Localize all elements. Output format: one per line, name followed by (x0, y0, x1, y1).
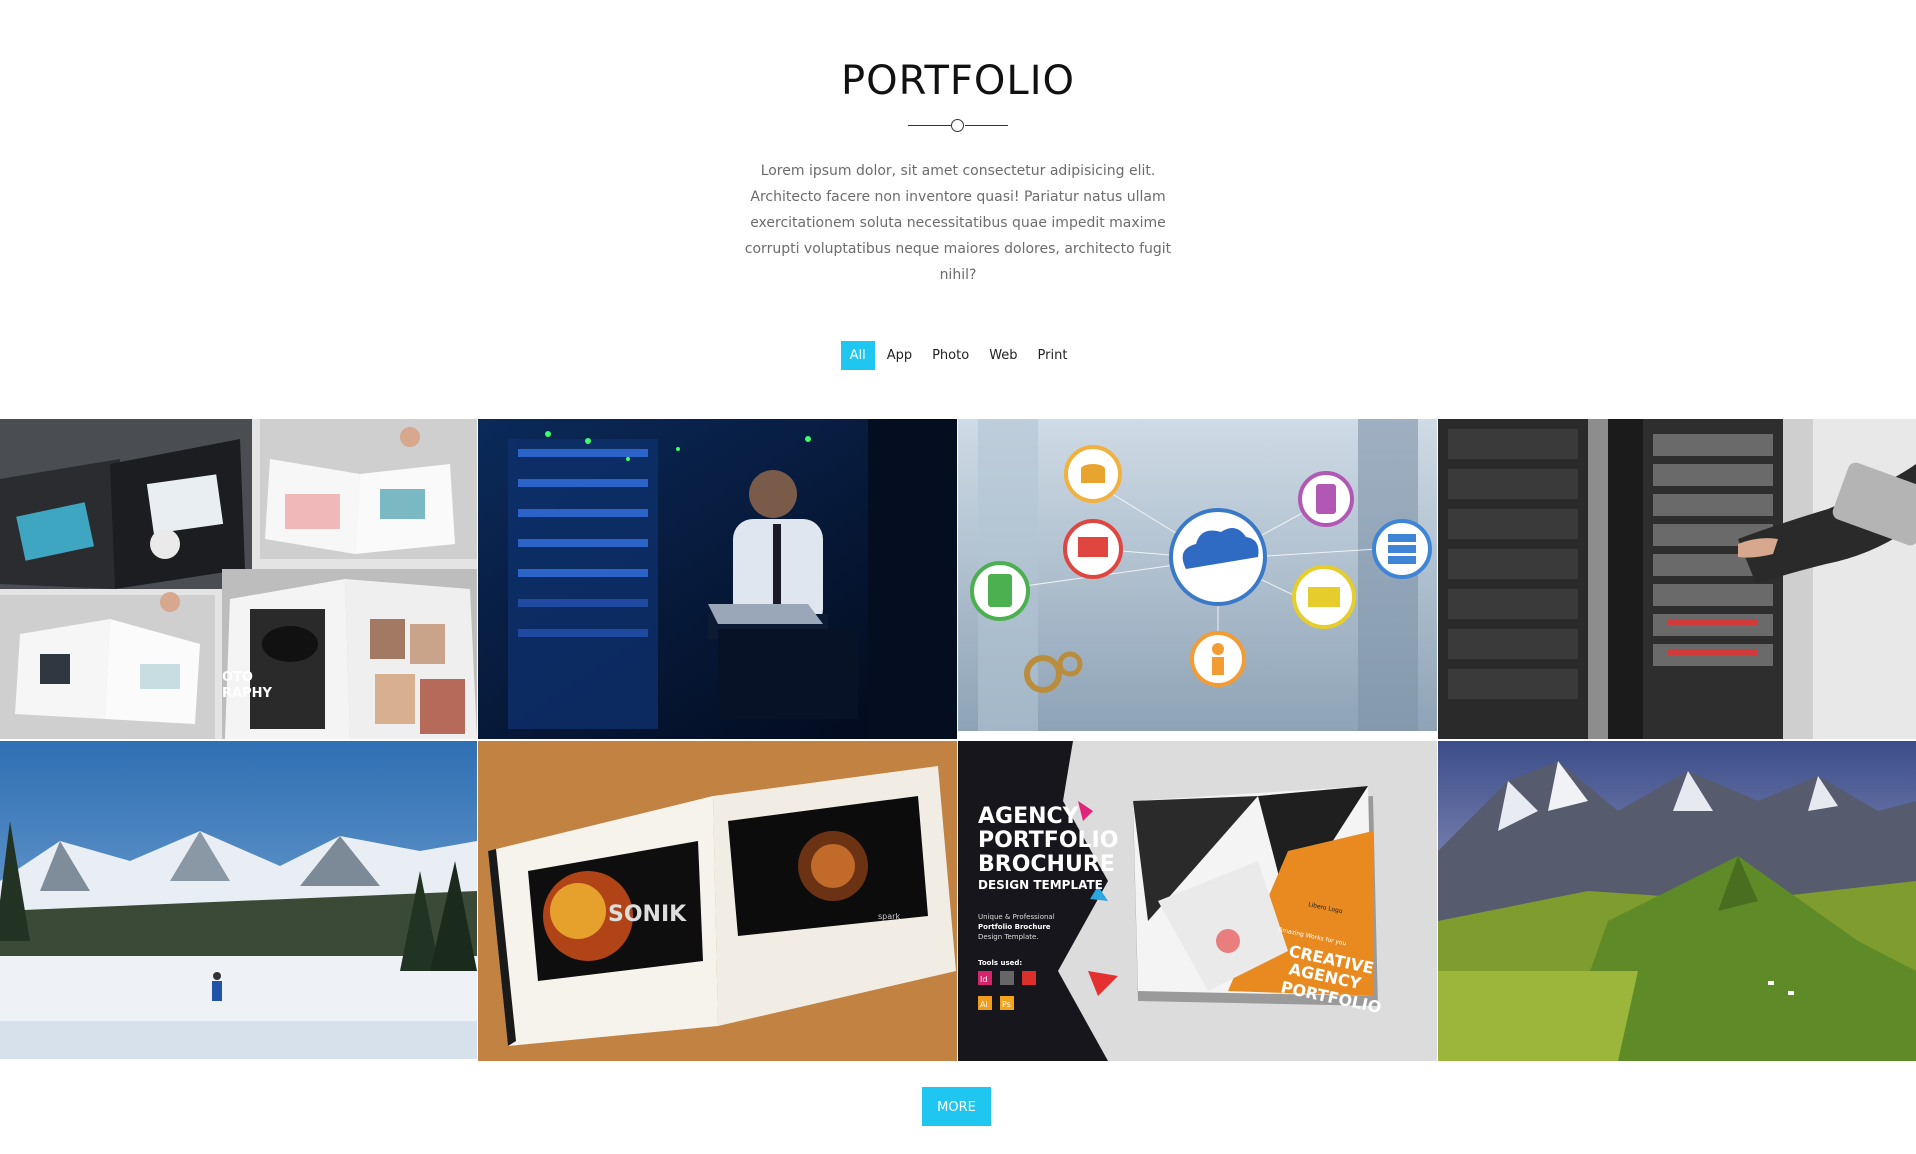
more-button[interactable]: MORE (922, 1087, 991, 1126)
portfolio-filters: All App Photo Web Print (0, 341, 1916, 370)
brochure-heading-3: BROCHURE (978, 852, 1115, 877)
brochure-tagline-2: Portfolio Brochure (978, 923, 1051, 931)
portfolio-item-alpine-valley[interactable] (1438, 741, 1916, 1061)
intro-text: Lorem ipsum dolor, sit amet consectetur … (744, 163, 1172, 283)
magazine-text-2: RAPHY (222, 686, 272, 701)
sonik-text: SONIK (608, 902, 687, 927)
portfolio-item-cloud-network[interactable] (958, 419, 1437, 739)
portfolio-item-snow-mountains[interactable] (0, 741, 477, 1059)
filter-photo[interactable]: Photo (924, 341, 977, 370)
brochure-tagline-1: Unique & Professional (978, 913, 1055, 921)
filter-print[interactable]: Print (1030, 341, 1076, 370)
title-divider (908, 119, 1008, 133)
portfolio-item-engineer[interactable] (478, 419, 957, 739)
filter-app[interactable]: App (879, 341, 920, 370)
portfolio-item-photo-book[interactable]: SONIK spark (478, 741, 957, 1061)
divider-circle-icon (951, 119, 964, 132)
portfolio-item-agency-brochure[interactable]: AGENCY PORTFOLIO BROCHURE DESIGN TEMPLAT… (958, 741, 1437, 1061)
portfolio-item-server-rack[interactable] (1438, 419, 1916, 739)
brochure-subheading: DESIGN TEMPLATE (978, 878, 1103, 892)
tool-ai-icon: Ai (980, 1000, 988, 1009)
filter-all[interactable]: All (840, 341, 875, 370)
brochure-tagline-3: Design Template. (978, 933, 1039, 941)
spark-text: spark (878, 912, 900, 921)
portfolio-item-magazines[interactable]: OTO RAPHY (0, 419, 477, 739)
brochure-heading-1: AGENCY (978, 804, 1080, 829)
tool-id-icon: Id (980, 975, 987, 984)
portfolio-grid: OTO RAPHY SONIK spark AGENCY PORTFOLIO B… (0, 419, 1916, 1061)
magazine-text-1: OTO (222, 670, 253, 685)
brochure-tools-label: Tools used: (978, 959, 1022, 967)
filter-web[interactable]: Web (981, 341, 1025, 370)
section-title: PORTFOLIO (841, 58, 1075, 104)
brochure-heading-2: PORTFOLIO (978, 828, 1118, 853)
tool-ps-icon: Ps (1002, 1000, 1011, 1009)
